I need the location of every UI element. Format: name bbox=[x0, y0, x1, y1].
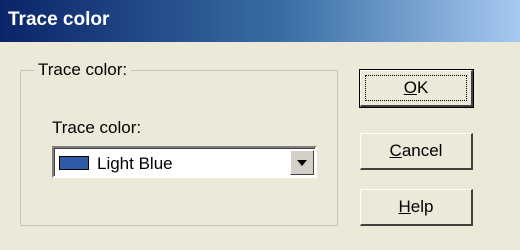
help-button[interactable]: Help bbox=[360, 189, 473, 226]
cancel-mnemonic: C bbox=[389, 141, 402, 160]
help-label-rest: elp bbox=[410, 197, 434, 216]
help-mnemonic: H bbox=[398, 197, 411, 216]
chevron-down-icon bbox=[297, 160, 307, 166]
ok-label-rest: K bbox=[416, 78, 429, 97]
dropdown-arrow-button[interactable] bbox=[290, 150, 314, 175]
dropdown-selected-value: Light Blue bbox=[97, 154, 173, 173]
ok-mnemonic: O bbox=[403, 78, 417, 97]
dropdown-field[interactable]: Light Blue bbox=[54, 148, 315, 176]
trace-color-dropdown[interactable]: Light Blue bbox=[52, 146, 317, 178]
cancel-button[interactable]: Cancel bbox=[360, 133, 473, 170]
title-bar[interactable]: Trace color bbox=[0, 0, 520, 42]
groupbox-legend: Trace color: bbox=[34, 60, 132, 80]
trace-color-label: Trace color: bbox=[52, 118, 142, 137]
trace-color-dialog: Trace color Trace color: Trace color: Li… bbox=[0, 0, 520, 250]
color-swatch bbox=[59, 156, 89, 170]
cancel-label-rest: ancel bbox=[401, 141, 443, 160]
window-title: Trace color bbox=[8, 9, 110, 30]
ok-button[interactable]: OK bbox=[359, 69, 474, 108]
